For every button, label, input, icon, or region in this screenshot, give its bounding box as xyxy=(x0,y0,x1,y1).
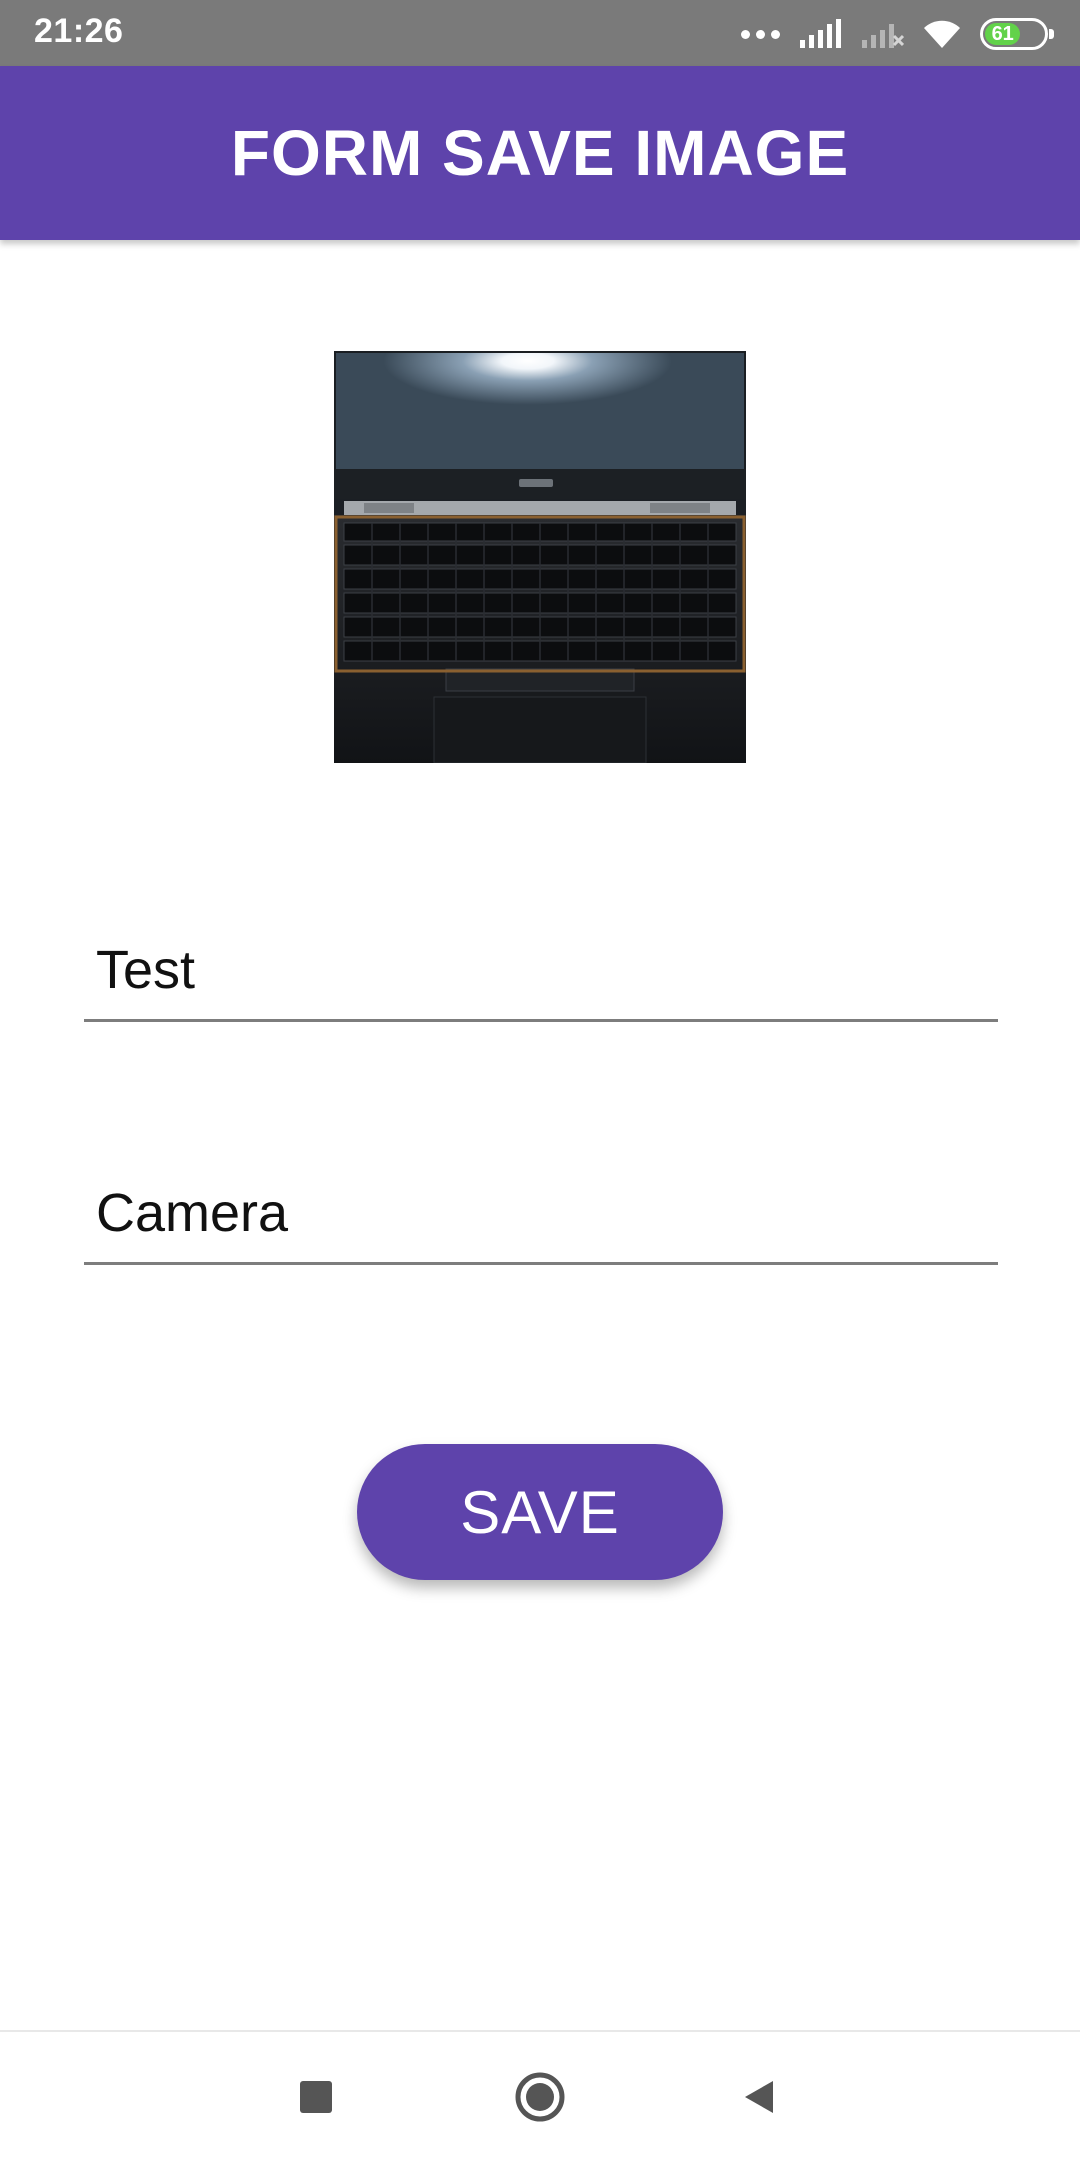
status-icons: 61 xyxy=(741,14,1054,54)
description-field[interactable] xyxy=(84,1155,998,1265)
save-button[interactable]: SAVE xyxy=(357,1444,723,1580)
recents-button[interactable] xyxy=(281,2062,351,2132)
battery-level: 61 xyxy=(991,22,1014,45)
name-field[interactable] xyxy=(84,912,998,1022)
home-circle-icon xyxy=(515,2072,565,2122)
battery-icon: 61 xyxy=(980,18,1054,50)
home-button[interactable] xyxy=(505,2062,575,2132)
app-bar: FORM SAVE IMAGE xyxy=(0,66,1080,240)
page-title: FORM SAVE IMAGE xyxy=(230,117,850,189)
description-input[interactable] xyxy=(96,1178,986,1248)
recents-square-icon xyxy=(300,2081,332,2113)
back-button[interactable] xyxy=(724,2062,794,2132)
image-preview[interactable] xyxy=(334,351,746,763)
wifi-icon xyxy=(924,20,960,48)
signal-icon xyxy=(800,19,841,48)
name-input[interactable] xyxy=(96,935,986,1005)
navigation-bar xyxy=(0,2030,1080,2160)
back-triangle-icon xyxy=(745,2081,773,2113)
signal-no-service-icon xyxy=(862,24,904,48)
more-dots-icon xyxy=(741,29,780,39)
status-bar: 21:26 61 xyxy=(0,0,1080,66)
laptop-photo xyxy=(334,351,746,763)
status-time: 21:26 xyxy=(34,12,124,50)
